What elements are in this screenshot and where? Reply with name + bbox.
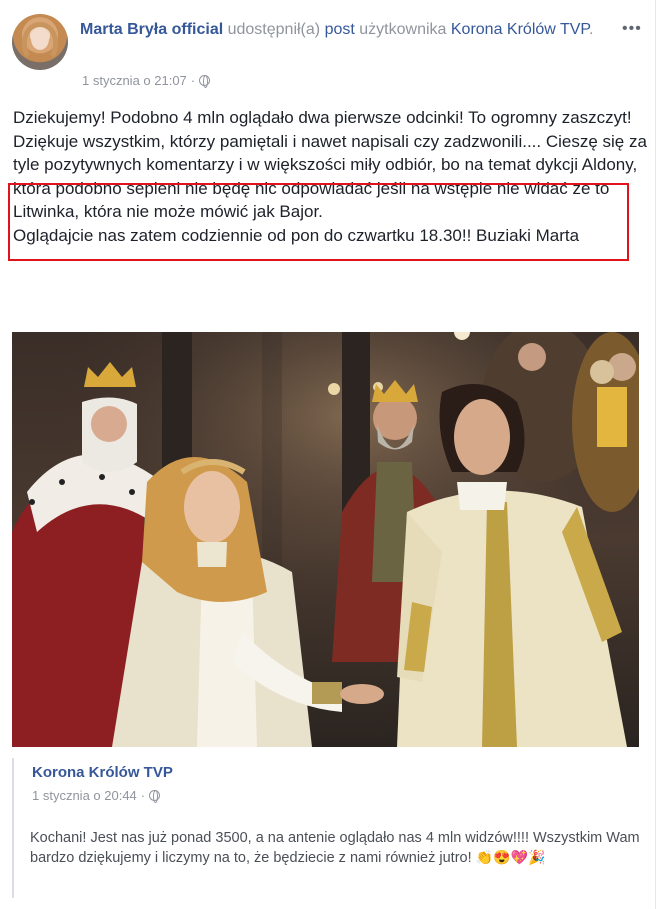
- avatar-face: [31, 28, 49, 50]
- header-period: .: [589, 21, 594, 38]
- party-popper-icon: 🎉: [527, 849, 546, 865]
- shared-timestamp[interactable]: 1 stycznia o 20:44: [32, 788, 137, 803]
- wedding-scene-image: [12, 332, 639, 747]
- post-photo[interactable]: [12, 332, 639, 747]
- post-timestamp[interactable]: 1 stycznia o 21:07: [82, 73, 187, 88]
- post-header: Marta Bryła official udostępnił(a) post …: [80, 18, 620, 41]
- red-highlight-box: [8, 183, 629, 261]
- meta-separator: ·: [190, 73, 196, 88]
- shared-globe-icon[interactable]: [149, 790, 161, 803]
- globe-icon[interactable]: [199, 75, 211, 88]
- post-link[interactable]: post: [325, 21, 355, 38]
- more-options-icon[interactable]: •••: [622, 20, 642, 38]
- post-meta: 1 stycznia o 21:07 ·: [82, 73, 211, 88]
- shared-body: Kochani! Jest nas już ponad 3500, a na a…: [30, 828, 640, 868]
- author-name-link[interactable]: Marta Bryła official: [80, 21, 223, 38]
- shared-page-name[interactable]: Korona Królów TVP: [32, 764, 173, 781]
- share-action-text: udostępnił(a): [227, 21, 321, 38]
- heart-eyes-icon: 😍: [493, 849, 511, 865]
- shared-text: Kochani! Jest nas już ponad 3500, a na a…: [30, 830, 640, 866]
- sparkling-heart-icon: 💖: [510, 849, 528, 865]
- author-avatar[interactable]: [12, 14, 68, 70]
- shared-page-link[interactable]: Korona Królów TVP: [451, 21, 589, 38]
- clapping-hands-icon: 👏: [475, 849, 494, 865]
- shared-post: Korona Królów TVP 1 stycznia o 20:44 · K…: [12, 758, 640, 898]
- share-owner-text: użytkownika: [359, 21, 447, 38]
- page-border: [655, 0, 656, 909]
- shared-meta-separator: ·: [140, 788, 146, 803]
- shared-meta: 1 stycznia o 20:44 ·: [32, 788, 161, 803]
